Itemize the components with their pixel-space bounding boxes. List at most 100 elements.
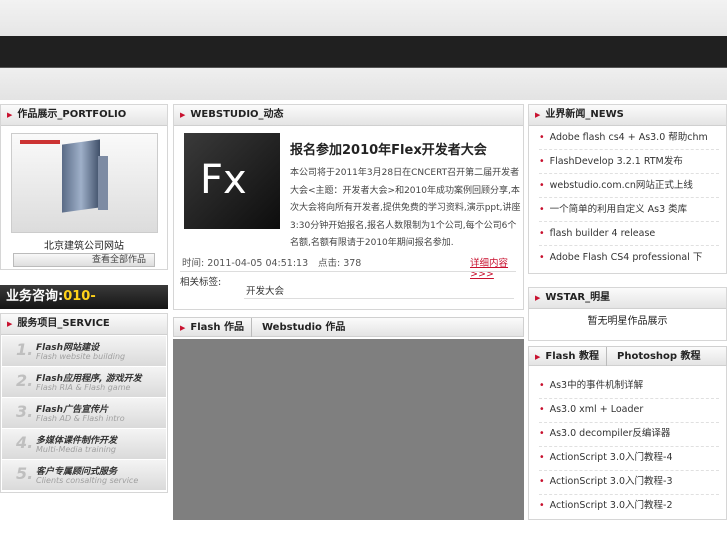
tab-divider: [606, 347, 607, 366]
tutorial-item[interactable]: • ActionScript 3.0入门教程-2: [539, 494, 719, 518]
top-strip: [0, 0, 727, 36]
article-body: 本公司将于2011年3月28日在CNCERT召开第二届开发者大会<主题：开发者大…: [290, 168, 521, 248]
portfolio-item-name[interactable]: 北京建筑公司网站: [1, 237, 167, 252]
news-item-text: flash builder 4 release: [549, 228, 656, 239]
tutorial-item[interactable]: • As3.0 xml + Loader: [539, 398, 719, 423]
news-title: 业界新闻_NEWS: [545, 109, 624, 120]
bullet-icon: •: [539, 452, 545, 463]
article-title[interactable]: 报名参加2010年Flex开发者大会: [290, 139, 487, 158]
news-item-text: 一个简单的利用自定义 As3 类库: [549, 204, 688, 215]
webstudio-title: WEBSTUDIO_动态: [190, 109, 284, 120]
tutorial-item[interactable]: • ActionScript 3.0入门教程-4: [539, 446, 719, 471]
tutorial-item-text: ActionScript 3.0入门教程-4: [549, 452, 673, 463]
tutorial-item[interactable]: • As3中的事件机制详解: [539, 374, 719, 399]
bullet-icon: •: [539, 180, 545, 191]
bullet-icon: •: [539, 404, 545, 415]
news-item[interactable]: • FlashDevelop 3.2.1 RTM发布: [539, 151, 719, 174]
main-nav-bar: [0, 36, 727, 68]
service-item[interactable]: 1. Flash网站建设 Flash website building: [2, 336, 166, 367]
bullet-icon: •: [539, 252, 545, 263]
arrow-right-icon: ▶: [7, 320, 13, 328]
article-views: 点击: 378: [318, 258, 362, 269]
news-header: ▶ 业界新闻_NEWS: [529, 105, 726, 126]
service-item-subtitle: Clients consalting service: [36, 476, 139, 485]
news-item[interactable]: • Adobe flash cs4 + As3.0 帮助chm: [539, 127, 719, 150]
bullet-icon: •: [539, 428, 545, 439]
service-item-subtitle: Flash website building: [36, 352, 126, 361]
building-image: [62, 139, 100, 213]
bullet-icon: •: [539, 380, 545, 391]
service-item[interactable]: 3. Flash广告宣传片 Flash AD & Flash intro: [2, 398, 166, 429]
service-number: 3.: [16, 402, 34, 421]
tutorial-item-text: ActionScript 3.0入门教程-2: [549, 500, 673, 511]
building-image-side: [98, 156, 108, 210]
flash-works-tabbar: ▶ Flash 作品 Webstudio 作品: [173, 317, 524, 337]
service-number: 1.: [16, 340, 34, 359]
tutorial-item-text: As3中的事件机制详解: [549, 380, 644, 391]
service-header: ▶ 服务项目_SERVICE: [1, 314, 167, 335]
news-item[interactable]: • 一个简单的利用自定义 As3 类库: [539, 199, 719, 222]
webstudio-header: ▶ WEBSTUDIO_动态: [174, 105, 523, 126]
service-number: 2.: [16, 371, 34, 390]
arrow-right-icon: ▶: [535, 294, 541, 302]
tab-flash-tutorials[interactable]: ▶ Flash 教程: [535, 347, 599, 366]
flash-works-content[interactable]: [173, 339, 524, 520]
service-number: 5.: [16, 464, 34, 483]
arrow-right-icon: ▶: [535, 353, 541, 361]
news-panel: ▶ 业界新闻_NEWS • Adobe flash cs4 + As3.0 帮助ch…: [528, 104, 727, 274]
bullet-icon: •: [539, 132, 545, 143]
service-item[interactable]: 2. Flash应用程序, 游戏开发 Flash RIA & Flash gam…: [2, 367, 166, 398]
webstudio-panel: ▶ WEBSTUDIO_动态 Fx 报名参加2010年Flex开发者大会 本公司将…: [173, 104, 524, 310]
news-item[interactable]: • flash builder 4 release: [539, 223, 719, 246]
wstar-empty-text: 暂无明星作品展示: [587, 316, 668, 327]
flex-logo-text: Fx: [200, 157, 247, 203]
bullet-icon: •: [539, 156, 545, 167]
tutorial-item-text: As3.0 xml + Loader: [549, 404, 644, 415]
wstar-title: WSTAR_明星: [545, 292, 611, 303]
sub-header-band: [0, 68, 727, 100]
tab-photoshop-tutorials[interactable]: Photoshop 教程: [617, 347, 701, 366]
tutorial-item-text: ActionScript 3.0入门教程-3: [549, 476, 673, 487]
tab-flash-works-label: Flash 作品: [190, 322, 244, 333]
service-item-subtitle: Flash AD & Flash intro: [36, 414, 125, 423]
bullet-icon: •: [539, 476, 545, 487]
service-item-subtitle: Multi-Media training: [36, 445, 117, 454]
bullet-icon: •: [539, 500, 545, 511]
service-item[interactable]: 4. 多媒体课件制作开发 Multi-Media training: [2, 429, 166, 460]
tutorial-item-text: As3.0 decompiler反编译器: [549, 428, 671, 439]
tutorial-tabbar: ▶ Flash 教程 Photoshop 教程: [528, 346, 727, 366]
portfolio-title: 作品展示_PORTFOLIO: [17, 109, 127, 120]
tab-webstudio-works[interactable]: Webstudio 作品: [262, 318, 345, 337]
flex-logo-image[interactable]: Fx: [184, 133, 280, 229]
bullet-icon: •: [539, 228, 545, 239]
tag-divider: [244, 298, 514, 299]
tab-flash-works[interactable]: ▶ Flash 作品: [180, 318, 244, 337]
tag-link[interactable]: 开发大会: [246, 283, 284, 297]
service-panel: ▶ 服务项目_SERVICE 1. Flash网站建设 Flash website…: [0, 313, 168, 493]
wstar-header: ▶ WSTAR_明星: [529, 288, 726, 309]
wstar-panel: ▶ WSTAR_明星 暂无明星作品展示: [528, 287, 727, 341]
service-item[interactable]: 5. 客户专属顾问式服务 Clients consalting service: [2, 460, 166, 491]
tags-label: 相关标签:: [180, 271, 516, 288]
news-item-text: FlashDevelop 3.2.1 RTM发布: [549, 156, 683, 167]
service-number: 4.: [16, 433, 34, 452]
service-title: 服务项目_SERVICE: [17, 318, 110, 329]
news-item-text: webstudio.com.cn网站正式上线: [549, 180, 693, 191]
portfolio-panel: ▶ 作品展示_PORTFOLIO 北京建筑公司网站 查看全部作品: [0, 104, 168, 270]
thumb-logo: [20, 140, 60, 144]
portfolio-more-button[interactable]: 查看全部作品: [13, 253, 155, 267]
tab-divider: [251, 318, 252, 337]
news-item[interactable]: • webstudio.com.cn网站正式上线: [539, 175, 719, 198]
article-time: 时间: 2011-04-05 04:51:13: [182, 258, 309, 269]
tab-flash-tutorials-label: Flash 教程: [545, 351, 599, 362]
arrow-right-icon: ▶: [180, 111, 186, 119]
news-item[interactable]: • Adobe Flash CS4 professional 下: [539, 247, 719, 269]
news-item-text: Adobe flash cs4 + As3.0 帮助chm: [549, 132, 708, 143]
arrow-right-icon: ▶: [180, 324, 186, 332]
portfolio-thumbnail[interactable]: [11, 133, 158, 233]
tutorial-item[interactable]: • ActionScript 3.0入门教程-3: [539, 470, 719, 495]
tutorial-list-panel: • As3中的事件机制详解 • As3.0 xml + Loader • As3.0 …: [528, 366, 727, 520]
service-item-subtitle: Flash RIA & Flash game: [36, 383, 131, 392]
hotline-banner: 业务咨询:010-59070059: [0, 285, 168, 328]
tutorial-item[interactable]: • As3.0 decompiler反编译器: [539, 422, 719, 447]
